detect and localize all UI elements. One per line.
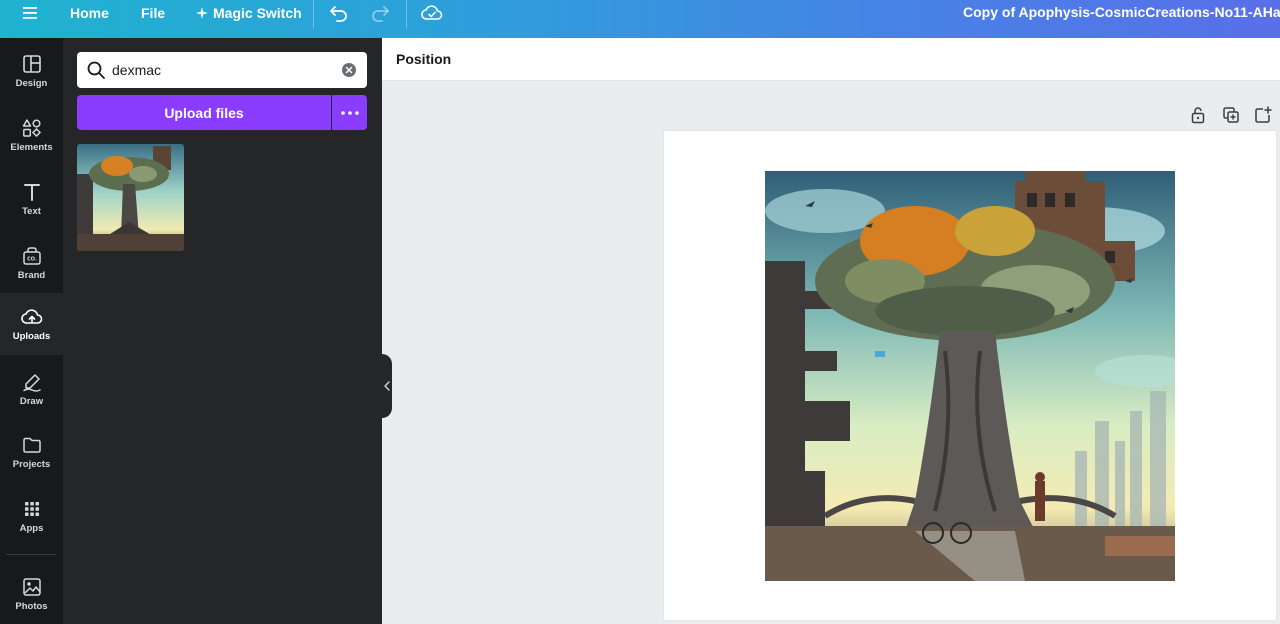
clear-search-icon[interactable] — [341, 62, 357, 83]
uploads-panel: Upload files — [63, 38, 382, 624]
brand-kit-icon: CO. — [22, 246, 41, 265]
rail-item-label: Uploads — [12, 330, 51, 342]
rail-item-label: Apps — [19, 522, 44, 534]
rail-item-label: Design — [15, 77, 48, 89]
rail-item-label: Draw — [19, 395, 44, 407]
file-menu-button[interactable]: File — [141, 0, 165, 26]
toolbar-divider — [313, 0, 314, 28]
rail-item-elements[interactable]: Elements — [0, 104, 63, 166]
rail-item-photos[interactable]: Photos — [0, 563, 63, 624]
menu-icon[interactable] — [22, 0, 40, 26]
rail-item-design[interactable]: Design — [0, 40, 63, 102]
folder-icon — [22, 437, 41, 453]
image-icon — [22, 577, 41, 596]
upload-files-button[interactable]: Upload files — [77, 95, 331, 130]
rail-divider — [6, 554, 56, 555]
search-box[interactable] — [77, 52, 367, 88]
cloud-saved-icon[interactable] — [421, 0, 443, 26]
chevron-left-icon — [383, 381, 390, 391]
rail-item-projects[interactable]: Projects — [0, 421, 63, 483]
canvas-image[interactable] — [765, 171, 1175, 581]
context-toolbar: Position — [382, 38, 1280, 81]
top-bar: Home File Magic Switch Copy of Apophysis… — [0, 0, 1280, 38]
collapse-panel-handle[interactable] — [381, 354, 392, 418]
rail-item-text[interactable]: Text — [0, 168, 63, 230]
left-rail: Design Elements Text CO. Brand Uploads D… — [0, 38, 63, 624]
search-icon — [86, 60, 106, 85]
document-title[interactable]: Copy of Apophysis-CosmicCreations-No11-A… — [963, 4, 1280, 20]
add-page-icon[interactable] — [1254, 106, 1272, 129]
more-options-button[interactable] — [332, 95, 367, 130]
rail-item-label: Projects — [12, 458, 51, 470]
rail-item-apps[interactable]: Apps — [0, 485, 63, 547]
cloud-upload-icon — [20, 308, 42, 324]
rail-item-label: Photos — [15, 600, 48, 612]
toolbar-divider — [406, 0, 407, 28]
undo-icon[interactable] — [329, 0, 349, 26]
rail-item-label: Elements — [10, 141, 53, 153]
rail-item-label: Brand — [17, 269, 46, 281]
position-button[interactable]: Position — [396, 51, 451, 67]
magic-switch-label: Magic Switch — [213, 5, 302, 21]
lock-icon[interactable] — [1190, 106, 1206, 129]
svg-text:CO.: CO. — [27, 256, 37, 262]
magic-switch-button[interactable]: Magic Switch — [196, 0, 302, 26]
redo-icon[interactable] — [370, 0, 390, 26]
duplicate-page-icon[interactable] — [1222, 106, 1240, 129]
more-dots-icon — [340, 110, 359, 115]
rail-item-draw[interactable]: Draw — [0, 358, 63, 420]
shapes-icon — [22, 118, 41, 137]
apps-grid-icon — [24, 501, 39, 516]
text-icon — [23, 183, 40, 201]
layout-icon — [22, 54, 41, 73]
sparkle-icon — [196, 7, 208, 19]
rail-item-uploads[interactable]: Uploads — [0, 293, 63, 355]
home-button[interactable]: Home — [70, 0, 109, 26]
pen-icon — [22, 373, 41, 392]
rail-item-brand[interactable]: CO. Brand — [0, 232, 63, 294]
rail-item-label: Text — [22, 205, 41, 217]
search-input[interactable] — [112, 52, 332, 88]
uploaded-image-thumbnail[interactable] — [77, 144, 184, 251]
